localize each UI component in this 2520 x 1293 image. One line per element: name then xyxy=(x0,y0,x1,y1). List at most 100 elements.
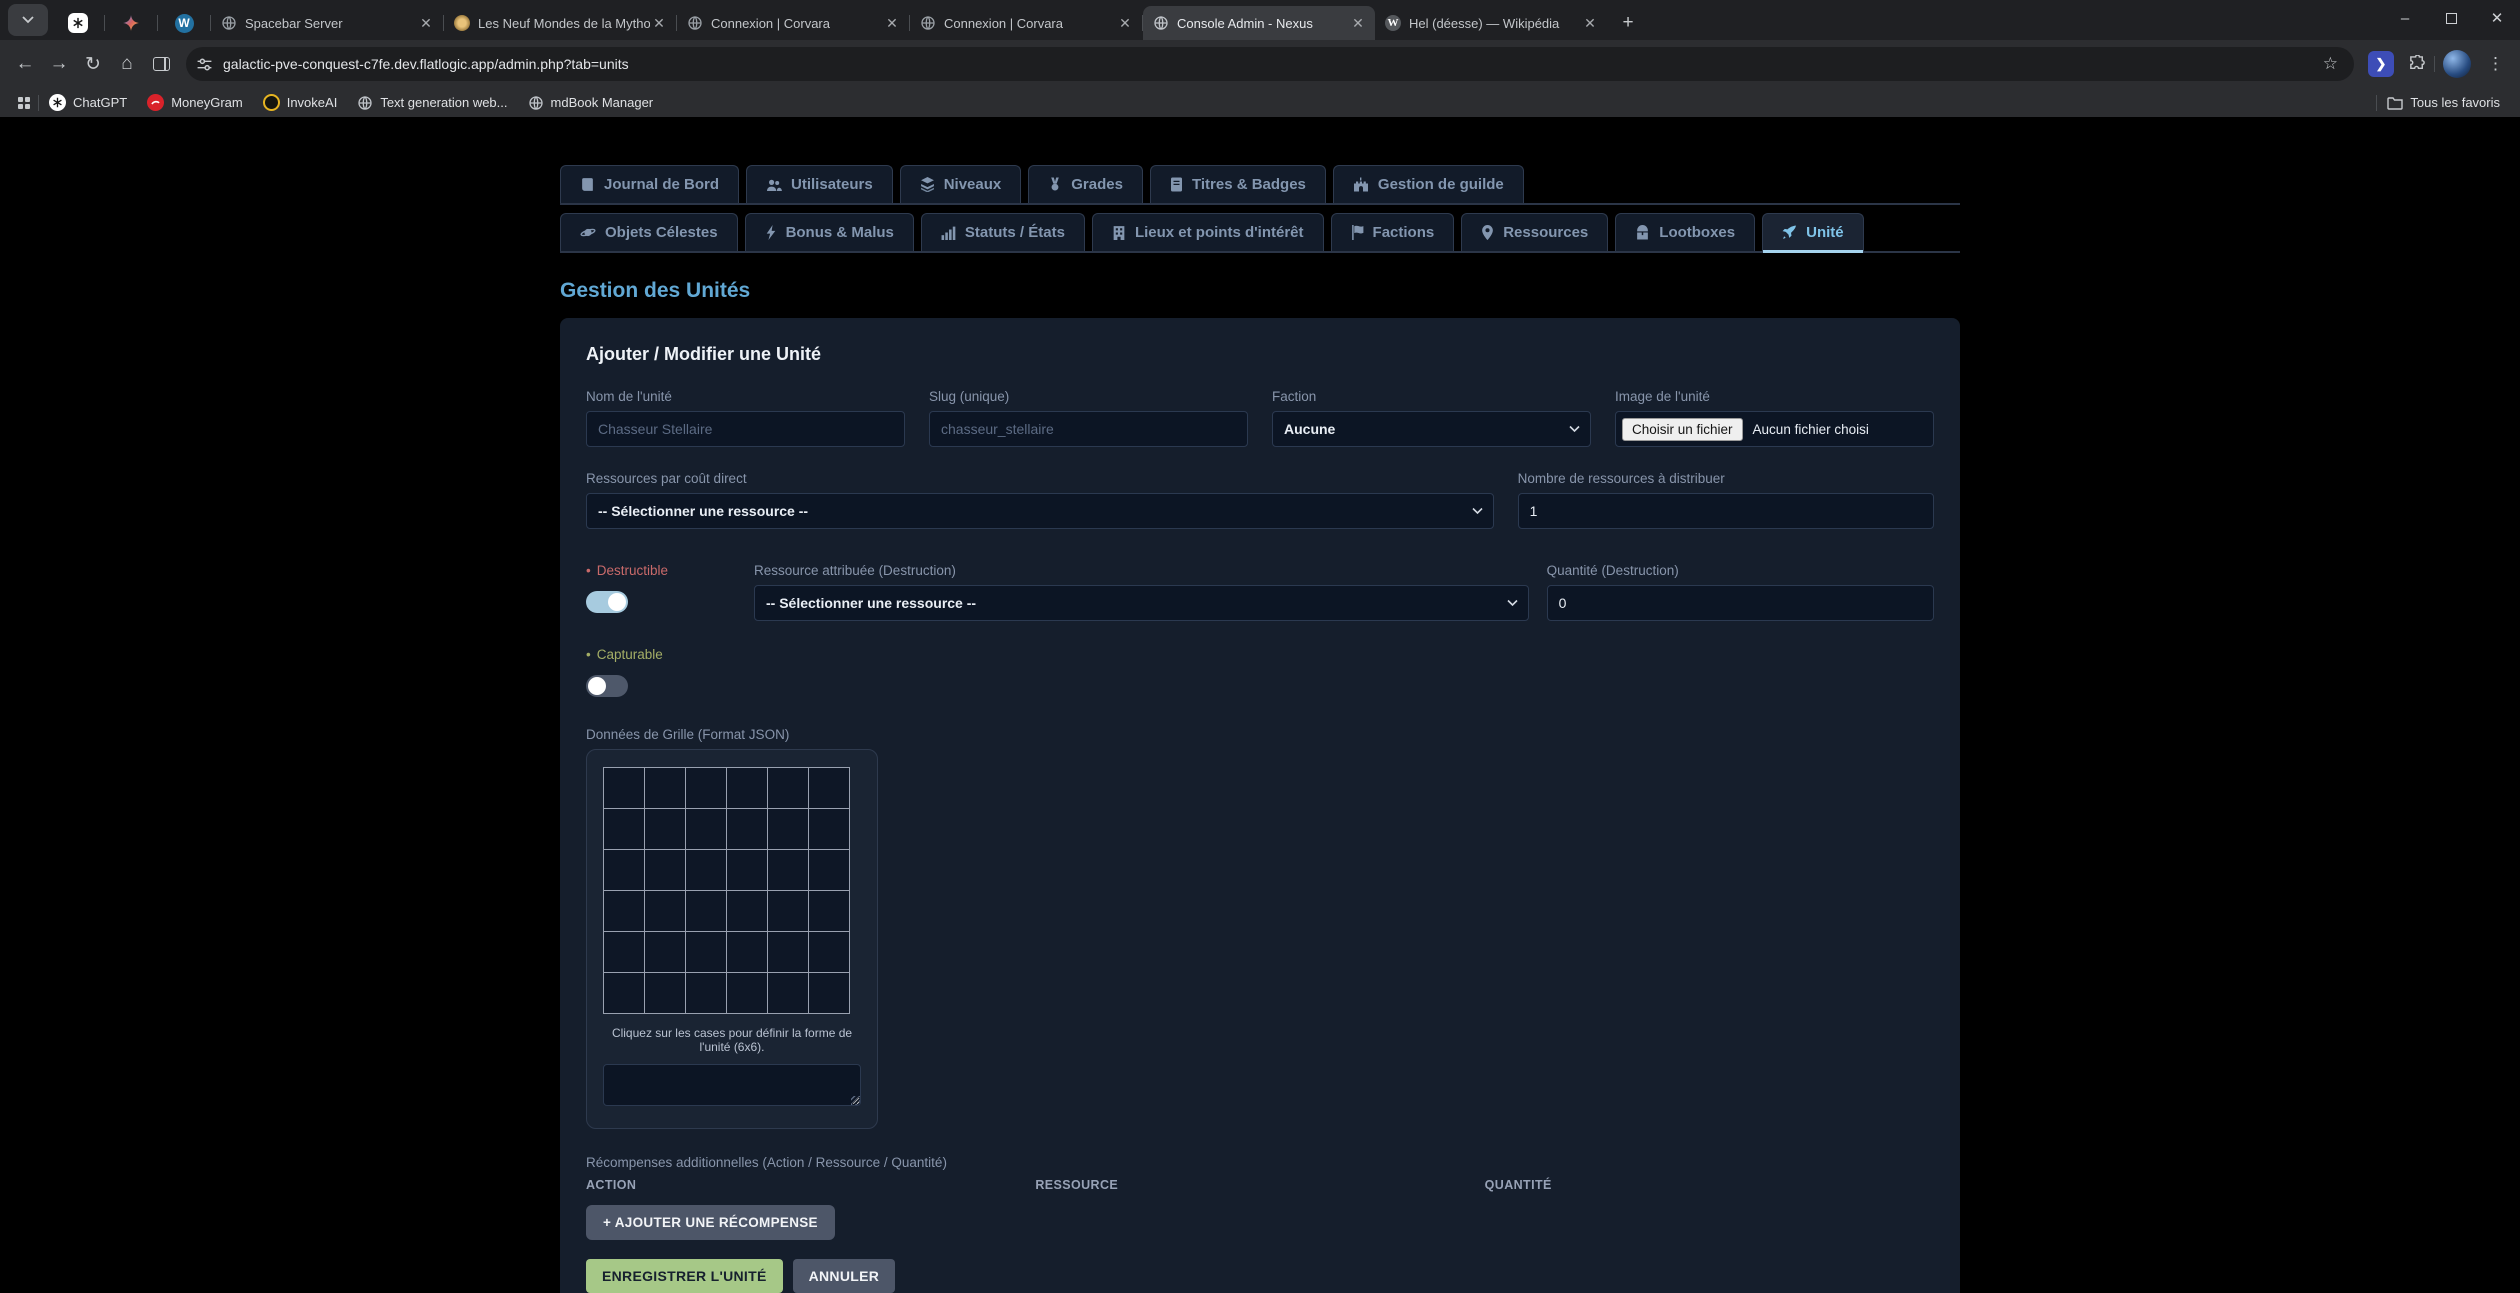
unit-name-input[interactable] xyxy=(586,411,905,447)
reload-button[interactable]: ↻ xyxy=(76,47,110,81)
grid-cell[interactable] xyxy=(809,891,849,931)
distribute-count-input[interactable] xyxy=(1518,493,1934,529)
grid-cell[interactable] xyxy=(645,768,685,808)
grid-cell[interactable] xyxy=(809,850,849,890)
profile-avatar[interactable] xyxy=(2443,50,2471,78)
tab-unite[interactable]: Unité xyxy=(1762,213,1864,251)
bookmark-chatgpt[interactable]: ChatGPT xyxy=(39,91,137,115)
browser-tab-spacebar-server[interactable]: Spacebar Server ✕ xyxy=(211,6,443,40)
close-tab-icon[interactable]: ✕ xyxy=(883,14,901,32)
tab-factions[interactable]: Factions xyxy=(1331,213,1455,251)
back-button[interactable]: ← xyxy=(8,47,42,81)
grid-cell[interactable] xyxy=(809,809,849,849)
grid-cell[interactable] xyxy=(768,768,808,808)
grid-cell[interactable] xyxy=(604,768,644,808)
close-tab-icon[interactable]: ✕ xyxy=(1116,14,1134,32)
browser-tab-console-admin-nexus[interactable]: Console Admin - Nexus ✕ xyxy=(1143,6,1375,40)
grid-cell[interactable] xyxy=(809,973,849,1013)
grid-cell[interactable] xyxy=(727,850,767,890)
browser-tab-neuf-mondes[interactable]: Les Neuf Mondes de la Mythol ✕ xyxy=(444,6,676,40)
address-bar[interactable]: galactic-pve-conquest-c7fe.dev.flatlogic… xyxy=(186,47,2354,81)
destruction-qty-input[interactable] xyxy=(1547,585,1934,621)
close-tab-icon[interactable]: ✕ xyxy=(650,14,668,32)
maximize-button[interactable] xyxy=(2428,0,2474,36)
grid-cell[interactable] xyxy=(604,973,644,1013)
grid-cell[interactable] xyxy=(727,932,767,972)
close-window-button[interactable]: ✕ xyxy=(2474,0,2520,36)
grid-cell[interactable] xyxy=(645,891,685,931)
grid-json-textarea[interactable] xyxy=(603,1064,861,1106)
tab-utilisateurs[interactable]: Utilisateurs xyxy=(746,165,893,203)
grid-cell[interactable] xyxy=(768,850,808,890)
new-tab-button[interactable]: + xyxy=(1613,8,1643,38)
extensions-button[interactable] xyxy=(2400,47,2434,81)
home-button[interactable]: ⌂ xyxy=(110,47,144,81)
tab-titres-badges[interactable]: Titres & Badges xyxy=(1150,165,1326,203)
grid-cell[interactable] xyxy=(645,850,685,890)
tab-gestion-de-guilde[interactable]: Gestion de guilde xyxy=(1333,165,1524,203)
grid-cell[interactable] xyxy=(768,932,808,972)
all-bookmarks-button[interactable]: Tous les favoris xyxy=(2377,91,2510,115)
grid-cell[interactable] xyxy=(686,850,726,890)
close-tab-icon[interactable]: ✕ xyxy=(1349,14,1367,32)
capturable-toggle[interactable] xyxy=(586,675,628,697)
apps-button[interactable] xyxy=(10,97,38,109)
tab-search-button[interactable] xyxy=(8,4,48,36)
tab-niveaux[interactable]: Niveaux xyxy=(900,165,1022,203)
tab-lootboxes[interactable]: Lootboxes xyxy=(1615,213,1755,251)
tab-statuts-etats[interactable]: Statuts / États xyxy=(921,213,1085,251)
grid-cell[interactable] xyxy=(645,932,685,972)
grid-cell[interactable] xyxy=(768,891,808,931)
cost-resource-select[interactable]: -- Sélectionner une ressource -- xyxy=(586,493,1494,529)
unit-image-file-input[interactable]: Choisir un fichier Aucun fichier choisi xyxy=(1615,411,1934,447)
grid-cell[interactable] xyxy=(768,973,808,1013)
grid-cell[interactable] xyxy=(686,809,726,849)
grid-cell[interactable] xyxy=(727,973,767,1013)
bookmark-invokeai[interactable]: InvokeAI xyxy=(253,91,348,115)
tab-lieux-points-interet[interactable]: Lieux et points d'intérêt xyxy=(1092,213,1324,251)
minimize-button[interactable]: – xyxy=(2382,0,2428,36)
destruction-resource-select[interactable]: -- Sélectionner une ressource -- xyxy=(754,585,1529,621)
url-text[interactable]: galactic-pve-conquest-c7fe.dev.flatlogic… xyxy=(223,56,2317,72)
add-reward-button[interactable]: + AJOUTER UNE RÉCOMPENSE xyxy=(586,1205,835,1240)
grid-cell[interactable] xyxy=(686,891,726,931)
choose-file-button[interactable]: Choisir un fichier xyxy=(1622,418,1743,441)
bookmark-text-generation-webui[interactable]: Text generation web... xyxy=(347,91,517,115)
pinned-tab-gemini[interactable] xyxy=(105,6,157,40)
close-tab-icon[interactable]: ✕ xyxy=(417,14,435,32)
grid-cell[interactable] xyxy=(645,973,685,1013)
browser-menu-button[interactable]: ⋮ xyxy=(2479,54,2512,74)
grid-cell[interactable] xyxy=(809,768,849,808)
faction-select[interactable]: Aucune xyxy=(1272,411,1591,447)
bookmark-moneygram[interactable]: MoneyGram xyxy=(137,91,253,115)
grid-cell[interactable] xyxy=(768,809,808,849)
grid-cell[interactable] xyxy=(727,891,767,931)
bookmark-star-icon[interactable]: ☆ xyxy=(2317,54,2344,74)
tab-journal-de-bord[interactable]: Journal de Bord xyxy=(560,165,739,203)
tab-grades[interactable]: Grades xyxy=(1028,165,1143,203)
pinned-tab-chatgpt[interactable] xyxy=(52,6,104,40)
grid-cell[interactable] xyxy=(727,768,767,808)
destructible-toggle[interactable] xyxy=(586,591,628,613)
browser-tab-connexion-corvara-2[interactable]: Connexion | Corvara ✕ xyxy=(910,6,1142,40)
save-unit-button[interactable]: ENREGISTRER L'UNITÉ xyxy=(586,1259,783,1293)
tab-bonus-malus[interactable]: Bonus & Malus xyxy=(745,213,914,251)
browser-tab-hel-wikipedia[interactable]: W Hel (déesse) — Wikipédia ✕ xyxy=(1375,6,1607,40)
grid-cell[interactable] xyxy=(686,973,726,1013)
grid-cell[interactable] xyxy=(809,932,849,972)
grid-cell[interactable] xyxy=(604,850,644,890)
tab-objets-celestes[interactable]: Objets Célestes xyxy=(560,213,738,251)
forward-button[interactable]: → xyxy=(42,47,76,81)
bookmark-mdbook-manager[interactable]: mdBook Manager xyxy=(518,91,664,115)
pinned-tab-wordpress[interactable]: W xyxy=(158,6,210,40)
slug-input[interactable] xyxy=(929,411,1248,447)
grid-cell[interactable] xyxy=(645,809,685,849)
grid-cell[interactable] xyxy=(604,932,644,972)
browser-tab-connexion-corvara-1[interactable]: Connexion | Corvara ✕ xyxy=(677,6,909,40)
tab-ressources[interactable]: Ressources xyxy=(1461,213,1608,251)
grid-cell[interactable] xyxy=(686,932,726,972)
close-tab-icon[interactable]: ✕ xyxy=(1581,14,1599,32)
side-panel-button[interactable] xyxy=(144,47,178,81)
grid-cell[interactable] xyxy=(686,768,726,808)
grid-cell[interactable] xyxy=(604,891,644,931)
